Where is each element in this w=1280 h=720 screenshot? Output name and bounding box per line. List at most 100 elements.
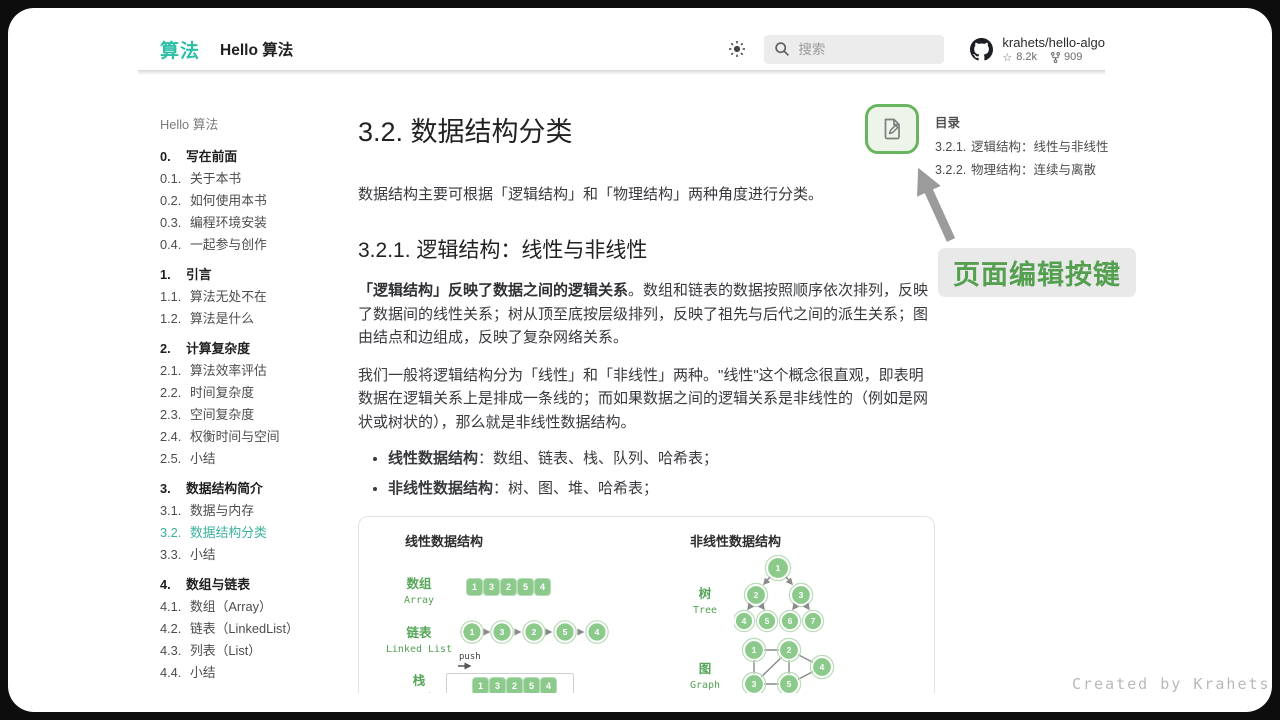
paragraph-linear-nonlinear: 我们一般将逻辑结构分为「线性」和「非线性」两种。"线性"这个概念很直观，即表明数… [358, 364, 936, 434]
tree-label: 树 Tree [672, 583, 738, 616]
search-icon [774, 41, 790, 57]
svg-text:5: 5 [765, 616, 770, 626]
sidebar-item[interactable]: 0.2. 如何使用本书 [160, 194, 345, 207]
sidebar-item[interactable]: 0.1. 关于本书 [160, 172, 345, 185]
sidebar-item[interactable]: 1.1. 算法无处不在 [160, 290, 345, 303]
sidebar-item[interactable]: 1. 引言 [160, 268, 345, 281]
svg-text:2: 2 [532, 627, 537, 637]
page-edit-button[interactable] [865, 104, 919, 154]
sidebar-item[interactable]: 2. 计算复杂度 [160, 342, 345, 355]
star-icon: ☆ [1002, 51, 1012, 64]
svg-text:4: 4 [595, 627, 600, 637]
svg-text:4: 4 [820, 662, 825, 672]
header-divider [138, 70, 1105, 75]
site-logo[interactable]: 算法 [160, 36, 200, 63]
push-label: push [459, 652, 481, 662]
svg-text:5: 5 [787, 679, 792, 689]
edit-document-icon [881, 117, 903, 141]
array-diagram: 13254 [467, 579, 550, 595]
sidebar-nav: Hello 算法 0. 写在前面 0.1. 关于本书 0.2. 如何使用本书 [160, 114, 345, 679]
stack-cell: 2 [507, 678, 522, 693]
sidebar-item[interactable]: 3.2. 数据结构分类 [160, 526, 345, 539]
search-box[interactable] [764, 35, 944, 64]
repo-stats: ☆ 8.2k 909 [1002, 51, 1105, 64]
svg-text:4: 4 [742, 616, 747, 626]
graph-diagram: 1 2 3 5 4 [734, 636, 836, 693]
intro-paragraph: 数据结构主要可根据「逻辑结构」和「物理结构」两种角度进行分类。 [358, 183, 936, 206]
svg-text:3: 3 [500, 627, 505, 637]
main-content: 3.2. 数据结构分类 数据结构主要可根据「逻辑结构」和「物理结构」两种角度进行… [358, 96, 936, 693]
array-cell: 5 [518, 579, 533, 595]
svg-text:1: 1 [470, 627, 475, 637]
svg-text:1: 1 [776, 563, 781, 573]
svg-text:2: 2 [787, 645, 792, 655]
array-cell: 3 [484, 579, 499, 595]
toc-title: 目录 [935, 112, 1125, 131]
stack-cell: 1 [473, 678, 488, 693]
sidebar-site-title: Hello 算法 [160, 114, 345, 133]
sidebar-item[interactable]: 4. 数组与链表 [160, 578, 345, 591]
sidebar-item[interactable]: 4.2. 链表（LinkedList） [160, 622, 345, 635]
structure-list: 线性数据结构：数组、链表、栈、队列、哈希表； 非线性数据结构：树、图、堆、哈希表… [358, 448, 936, 499]
tree-diagram: 1 2 3 4 5 6 7 [734, 555, 834, 635]
annotation-arrow [904, 156, 968, 252]
svg-text:2: 2 [754, 590, 759, 600]
created-by-text: Created by Krahets [1072, 675, 1271, 693]
sidebar-item[interactable]: 1.2. 算法是什么 [160, 312, 345, 325]
sidebar-item[interactable]: 2.5. 小结 [160, 452, 345, 465]
sun-icon [728, 40, 746, 58]
browser-window: 算法 Hello 算法 [8, 8, 1272, 712]
header: 算法 Hello 算法 [138, 26, 1105, 72]
array-cell: 2 [501, 579, 516, 595]
svg-text:3: 3 [799, 590, 804, 600]
star-count: 8.2k [1016, 51, 1037, 63]
svg-text:3: 3 [752, 679, 757, 689]
fork-icon [1051, 52, 1060, 63]
array-label: 数组 Array [377, 573, 461, 606]
linked-list-diagram: 1 3 2 5 4 [459, 618, 611, 646]
figure-linear-title: 线性数据结构 [405, 531, 483, 550]
sidebar-item[interactable]: 2.1. 算法效率评估 [160, 364, 345, 377]
sidebar-item[interactable]: 2.3. 空间复杂度 [160, 408, 345, 421]
svg-text:7: 7 [811, 616, 816, 626]
sidebar-item[interactable]: 3. 数据结构简介 [160, 482, 345, 495]
sidebar-item[interactable]: 4.3. 列表（List） [160, 644, 345, 657]
stack-cell: 5 [524, 678, 539, 693]
stack-diagram: 13254 [446, 673, 574, 693]
sidebar-item[interactable]: 3.3. 小结 [160, 548, 345, 561]
github-repo-link[interactable]: krahets/hello-algo ☆ 8.2k 909 [970, 35, 1105, 64]
sidebar-item[interactable]: 3.1. 数据与内存 [160, 504, 345, 517]
linked-list-label: 链表 Linked List [365, 622, 473, 655]
graph-label: 图 Graph [672, 658, 738, 691]
sidebar-item[interactable]: 2.4. 权衡时间与空间 [160, 430, 345, 443]
sidebar-item[interactable]: 0.4. 一起参与创作 [160, 238, 345, 251]
sidebar-item[interactable]: 4.1. 数组（Array） [160, 600, 345, 613]
sidebar-item[interactable]: 0. 写在前面 [160, 150, 345, 163]
toc-item[interactable]: 3.2.1. 逻辑结构：线性与非线性 [935, 141, 1125, 154]
push-arrow-icon [458, 662, 478, 670]
site-title: Hello 算法 [220, 38, 293, 60]
array-cell: 1 [467, 579, 482, 595]
list-item: 线性数据结构：数组、链表、栈、队列、哈希表； [388, 448, 936, 469]
data-structure-figure: 线性数据结构 非线性数据结构 数组 Array 13254 链表 Linked … [358, 516, 935, 693]
sidebar-item[interactable]: 4.4. 小结 [160, 666, 345, 679]
sidebar-item[interactable]: 0.3. 编程环境安装 [160, 216, 345, 229]
svg-text:5: 5 [563, 627, 568, 637]
stack-cell: 3 [490, 678, 505, 693]
page-title: 3.2. 数据结构分类 [358, 110, 936, 149]
list-item: 非线性数据结构：树、图、堆、哈希表； [388, 478, 936, 499]
svg-text:1: 1 [752, 645, 757, 655]
annotation-label: 页面编辑按键 [938, 248, 1136, 297]
section-heading: 3.2.1. 逻辑结构：线性与非线性 [358, 234, 936, 264]
paragraph-logical-structure: 「逻辑结构」反映了数据之间的逻辑关系。数组和链表的数据按照顺序依次排列，反映了数… [358, 279, 936, 349]
svg-text:6: 6 [788, 616, 793, 626]
figure-nonlinear-title: 非线性数据结构 [690, 531, 781, 550]
array-cell: 4 [535, 579, 550, 595]
repo-name: krahets/hello-algo [1002, 35, 1105, 50]
stack-cell: 4 [541, 678, 556, 693]
fork-count: 909 [1064, 51, 1082, 63]
github-icon [970, 38, 993, 61]
search-input[interactable] [798, 42, 928, 57]
theme-toggle-button[interactable] [724, 36, 750, 62]
sidebar-item[interactable]: 2.2. 时间复杂度 [160, 386, 345, 399]
